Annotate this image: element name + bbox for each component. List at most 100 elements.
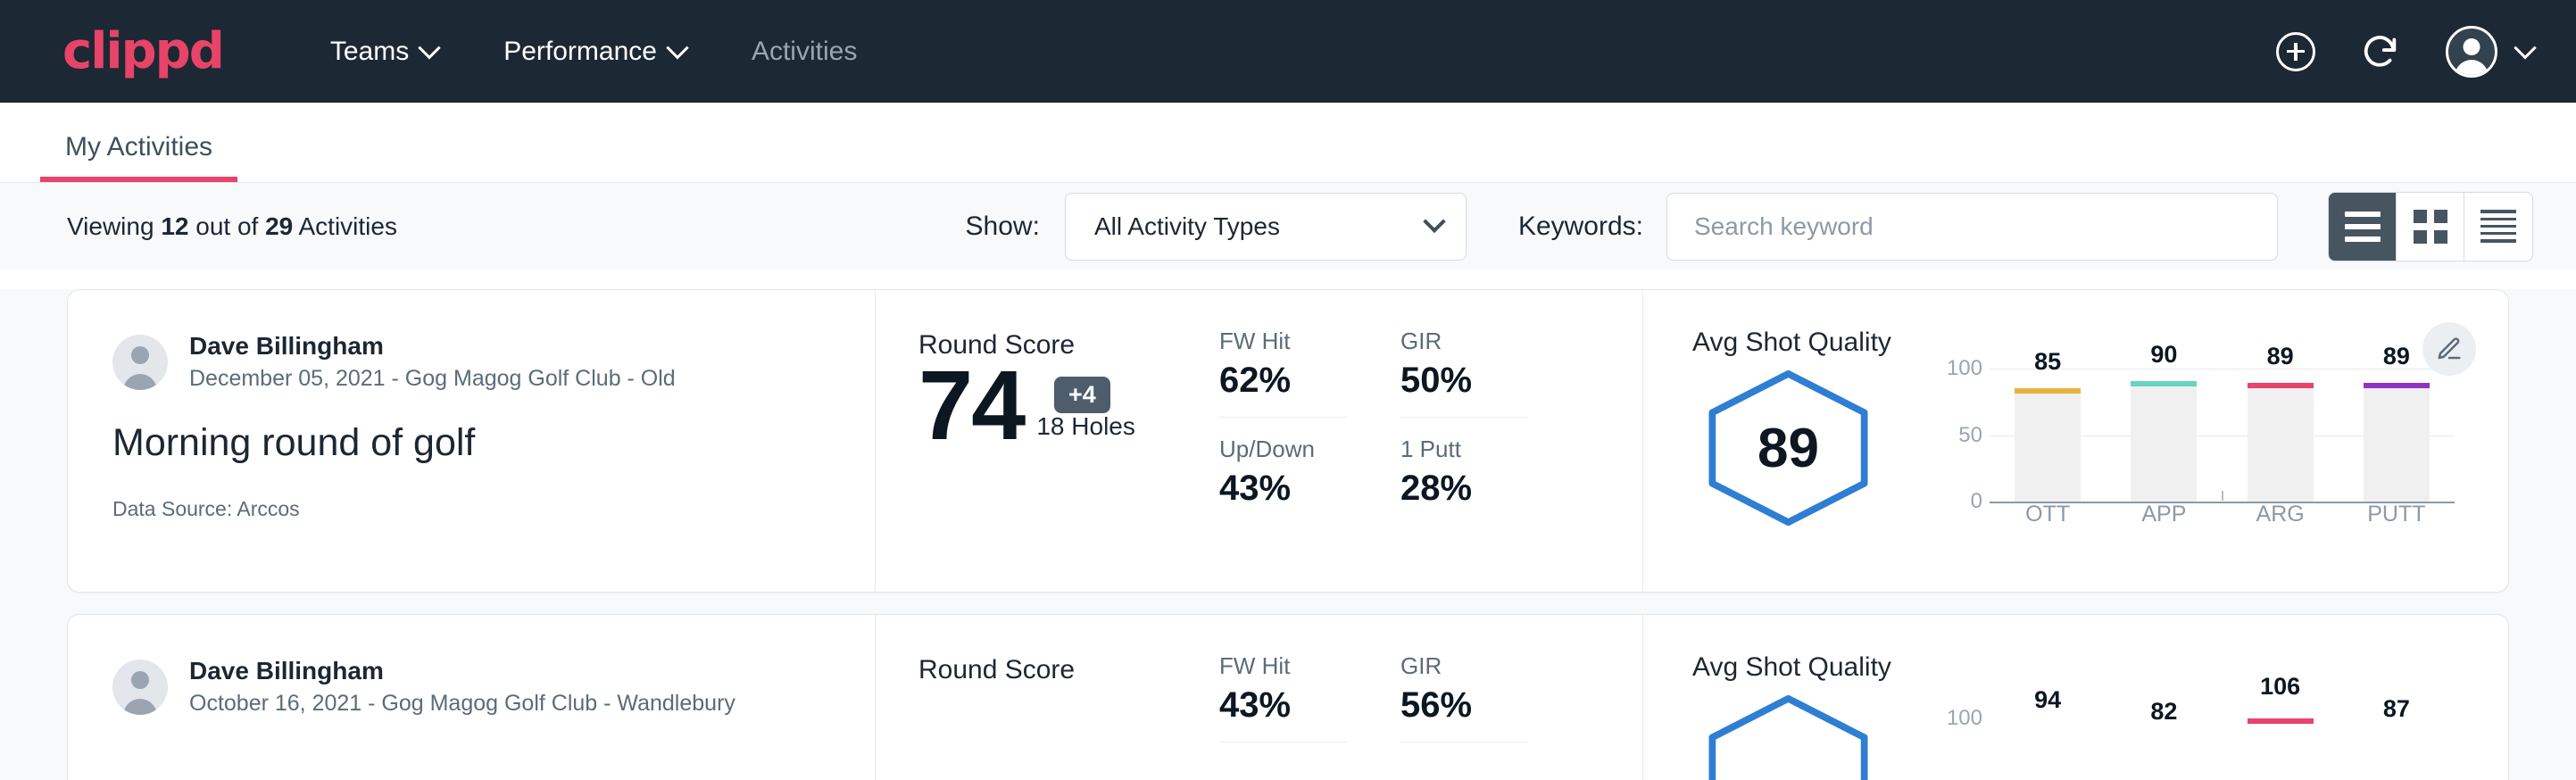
bar-arg: 106 [2248, 688, 2314, 780]
bar-arg: 89 [2248, 363, 2314, 502]
tab-my-activities[interactable]: My Activities [40, 132, 237, 182]
nav-item-teams-label: Teams [330, 37, 409, 67]
bar-value: 89 [2267, 343, 2294, 370]
activity-title: Morning round of golf [112, 421, 830, 465]
avatar [112, 660, 168, 715]
player-name: Dave Billingham [189, 655, 735, 686]
bar-value: 89 [2383, 343, 2410, 370]
nav-item-performance-label: Performance [503, 37, 657, 67]
activity-type-select[interactable]: All Activity Types [1065, 193, 1467, 261]
activity-meta: December 05, 2021 - Gog Magog Golf Club … [189, 364, 676, 394]
stat-label: GIR [1400, 652, 1528, 680]
list-view-button[interactable] [2329, 193, 2397, 261]
round-score-label: Round Score [918, 655, 1219, 685]
stat-value: 28% [1400, 469, 1528, 509]
activity-type-selected-value: All Activity Types [1094, 212, 1280, 241]
grid-view-button[interactable] [2397, 193, 2464, 261]
avg-shot-quality-label: Avg Shot Quality [1692, 328, 2455, 358]
hexagon-icon [1701, 693, 1875, 780]
add-circle-icon[interactable] [2276, 32, 2315, 71]
refresh-icon[interactable] [2360, 31, 2401, 72]
round-score-value: 74 [918, 357, 1024, 455]
avatar [112, 335, 168, 390]
viewing-count-text: Viewing 12 out of 29 Activities [67, 212, 397, 241]
activity-author: Dave Billingham December 05, 2021 - Gog … [112, 330, 830, 394]
chart-y-axis: 100 [1927, 688, 1982, 780]
stat-gir: GIR 56% [1400, 652, 1528, 743]
bar-app: 82 [2131, 688, 2197, 780]
bar-cap [2015, 388, 2081, 394]
activity-card-summary: Dave Billingham October 16, 2021 - Gog M… [68, 615, 876, 780]
stat-value: 62% [1219, 361, 1347, 401]
stat-value: 56% [1400, 685, 1528, 726]
holes-played: 18 Holes [1036, 412, 1135, 441]
quality-hexagon [1701, 693, 1875, 780]
activity-card[interactable]: Dave Billingham December 05, 2021 - Gog … [67, 289, 2509, 593]
bar-value: 82 [2150, 698, 2177, 726]
bar-body [2015, 388, 2081, 502]
account-avatar-icon [2446, 26, 2497, 78]
activity-card-summary: Dave Billingham December 05, 2021 - Gog … [68, 290, 876, 592]
view-mode-toggle-group [2328, 192, 2533, 261]
chart-plot-area: 85 90 [1990, 363, 2455, 502]
bar-value: 85 [2034, 348, 2061, 376]
stat-up-down: Up/Down 43% [1219, 436, 1347, 509]
y-tick-50: 50 [1958, 423, 1982, 448]
viewing-total-count: 29 [265, 212, 293, 240]
activity-author: Dave Billingham October 16, 2021 - Gog M… [112, 655, 830, 719]
bar-cap [2364, 383, 2430, 388]
search-input[interactable] [1666, 193, 2278, 261]
bar-cap [2248, 718, 2314, 724]
keywords-label: Keywords: [1518, 212, 1643, 242]
avg-shot-quality-section: Avg Shot Quality 100 94 [1643, 615, 2508, 780]
x-label-ott: OTT [2015, 502, 2081, 528]
bar-cap [2131, 381, 2197, 386]
nav-right-actions [2276, 26, 2533, 78]
show-label: Show: [966, 212, 1040, 242]
edit-activity-button[interactable] [2422, 322, 2476, 376]
activity-data-source: Data Source: Arccos [112, 497, 830, 521]
bar-body [2131, 381, 2197, 502]
pencil-icon [2436, 336, 2463, 362]
bar-value: 87 [2383, 695, 2410, 723]
bar-body [2364, 383, 2430, 502]
avg-shot-quality-section: Avg Shot Quality 89 100 50 0 [1643, 290, 2508, 592]
y-tick-100: 100 [1947, 356, 1982, 381]
stat-value: 43% [1219, 469, 1347, 509]
quality-score-value: 89 [1701, 369, 1875, 527]
chevron-down-icon [418, 37, 440, 59]
stat-label: Up/Down [1219, 436, 1347, 463]
stat-fw-hit: FW Hit 62% [1219, 328, 1347, 418]
chart-y-axis: 100 50 0 [1927, 363, 1982, 502]
top-navigation-bar: clippd Teams Performance Activities [0, 0, 2576, 103]
round-score-section: Round Score [876, 615, 1219, 780]
activity-meta: October 16, 2021 - Gog Magog Golf Club -… [189, 689, 735, 719]
tab-my-activities-label: My Activities [65, 132, 212, 162]
account-menu[interactable] [2446, 26, 2533, 78]
bar-app: 90 [2131, 363, 2197, 502]
bar-ott: 85 [2015, 363, 2081, 502]
x-label-arg: ARG [2248, 502, 2314, 528]
stat-1-putt: 1 Putt 28% [1400, 436, 1528, 509]
chevron-down-icon [1423, 210, 1445, 232]
viewing-suffix: Activities [293, 212, 397, 240]
shot-quality-bar-chart: 100 94 82 106 [1927, 688, 2455, 780]
chart-x-axis: OTT APP ARG PUTT [1990, 502, 2455, 528]
avg-shot-quality-label: Avg Shot Quality [1692, 652, 2455, 683]
chart-bars: 94 82 106 [1990, 688, 2455, 780]
clippd-logo[interactable]: clippd [62, 22, 223, 80]
bar-body [2248, 383, 2314, 502]
bar-value: 94 [2034, 686, 2061, 714]
y-tick-0: 0 [1971, 489, 1982, 514]
nav-item-performance[interactable]: Performance [503, 37, 686, 67]
compact-view-button[interactable] [2464, 193, 2532, 261]
nav-item-teams[interactable]: Teams [330, 37, 437, 67]
activity-card[interactable]: Dave Billingham October 16, 2021 - Gog M… [67, 614, 2509, 780]
viewing-mid: out of [188, 212, 265, 240]
player-name: Dave Billingham [189, 330, 676, 361]
stat-gir: GIR 50% [1400, 328, 1528, 418]
x-label-app: APP [2131, 502, 2197, 528]
nav-item-activities[interactable]: Activities [752, 37, 857, 67]
bar-putt: 87 [2364, 688, 2430, 780]
round-stats-grid: FW Hit 62% GIR 50% Up/Down 43% 1 Putt 28… [1219, 290, 1643, 592]
